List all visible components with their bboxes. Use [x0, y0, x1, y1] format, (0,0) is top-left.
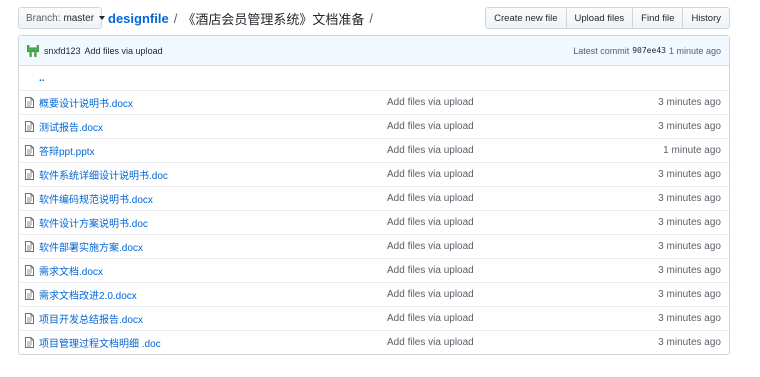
breadcrumb-separator-trailing: /: [369, 10, 373, 26]
file-row: 软件系统详细设计说明书.doc Add files via upload 3 min…: [19, 162, 729, 186]
latest-commit-info: Latest commit 907ee43 1 minute ago: [573, 46, 721, 56]
file-age: 3 minutes ago: [658, 193, 721, 204]
file-commit-message[interactable]: Add files via upload: [387, 289, 474, 300]
file-name-link[interactable]: 项目管理过程文档明细 .doc: [39, 335, 161, 350]
file-name-link[interactable]: 概要设计说明书.docx: [39, 95, 133, 110]
branch-name: master: [63, 12, 95, 24]
breadcrumb-repo-link[interactable]: designfile: [108, 11, 169, 26]
breadcrumb-current-dir: 《酒店会员管理系统》文档准备: [182, 11, 365, 27]
file-icon: [25, 169, 34, 180]
caret-down-icon: [99, 16, 106, 20]
breadcrumb: designfile / 《酒店会员管理系统》文档准备 /: [108, 8, 378, 28]
branch-select-button[interactable]: Branch: master: [18, 7, 106, 29]
file-navigation: Branch: master designfile / 《酒店会员管理系统》文档…: [18, 7, 730, 29]
file-icon: [25, 337, 34, 348]
file-name-link[interactable]: 软件系统详细设计说明书.doc: [39, 167, 168, 182]
latest-commit-label: Latest commit: [573, 45, 630, 56]
commit-sha[interactable]: 907ee43: [632, 46, 666, 55]
file-commit-message[interactable]: Add files via upload: [387, 265, 474, 276]
file-age: 3 minutes ago: [658, 289, 721, 300]
file-row: 软件编码规范说明书.docx Add files via upload 3 minu…: [19, 186, 729, 210]
file-row: 项目管理过程文档明细 .doc Add files via upload 3 min…: [19, 330, 729, 354]
file-list: snxfd123 Add files via upload Latest com…: [18, 35, 730, 355]
file-icon: [25, 193, 34, 204]
file-age: 1 minute ago: [663, 145, 721, 156]
file-row: 概要设计说明书.docx Add files via upload 3 minute…: [19, 90, 729, 114]
file-commit-message[interactable]: Add files via upload: [387, 313, 474, 324]
file-row: 软件设计方案说明书.doc Add files via upload 3 minut…: [19, 210, 729, 234]
file-row: 软件部署实施方案.docx Add files via upload 3 minut…: [19, 234, 729, 258]
file-row: 项目开发总结报告.docx Add files via upload 3 minut…: [19, 306, 729, 330]
file-commit-message[interactable]: Add files via upload: [387, 193, 474, 204]
file-commit-message[interactable]: Add files via upload: [387, 97, 474, 108]
file-age: 3 minutes ago: [658, 313, 721, 324]
file-row: 需求文档改进2.0.docx Add files via upload 3 minu…: [19, 282, 729, 306]
commit-message[interactable]: Add files via upload: [85, 46, 163, 56]
file-commit-message[interactable]: Add files via upload: [387, 217, 474, 228]
file-icon: [25, 145, 34, 156]
file-icon: [25, 241, 34, 252]
file-icon: [25, 313, 34, 324]
branch-label: Branch:: [26, 12, 61, 24]
upload-files-button[interactable]: Upload files: [565, 7, 634, 29]
file-commit-message[interactable]: Add files via upload: [387, 169, 474, 180]
file-name-link[interactable]: 软件编码规范说明书.docx: [39, 191, 153, 206]
file-icon: [25, 217, 34, 228]
file-actions: Create new file Upload files Find file H…: [485, 7, 730, 29]
find-file-button[interactable]: Find file: [632, 7, 684, 29]
file-icon: [25, 97, 34, 108]
file-name-link[interactable]: 答辩ppt.pptx: [39, 143, 95, 158]
file-row: 需求文档.docx Add files via upload 3 minutes a…: [19, 258, 729, 282]
file-name-link[interactable]: 测试报告.docx: [39, 119, 103, 134]
file-age: 3 minutes ago: [658, 217, 721, 228]
parent-directory-link[interactable]: ..: [39, 73, 45, 84]
parent-directory-row: ..: [19, 66, 729, 90]
file-age: 3 minutes ago: [658, 121, 721, 132]
file-age: 3 minutes ago: [658, 241, 721, 252]
file-name-link[interactable]: 需求文档改进2.0.docx: [39, 287, 137, 302]
file-icon: [25, 265, 34, 276]
file-age: 3 minutes ago: [658, 337, 721, 348]
identicon-avatar[interactable]: [27, 44, 39, 57]
latest-commit-bar: snxfd123 Add files via upload Latest com…: [19, 36, 729, 66]
file-commit-message[interactable]: Add files via upload: [387, 145, 474, 156]
file-icon: [25, 289, 34, 300]
file-commit-message[interactable]: Add files via upload: [387, 337, 474, 348]
commit-author[interactable]: snxfd123: [44, 46, 81, 56]
file-commit-message[interactable]: Add files via upload: [387, 121, 474, 132]
breadcrumb-separator: /: [173, 10, 178, 26]
file-name-link[interactable]: 需求文档.docx: [39, 263, 103, 278]
file-age: 3 minutes ago: [658, 265, 721, 276]
create-new-file-button[interactable]: Create new file: [485, 7, 567, 29]
file-icon: [25, 121, 34, 132]
history-button[interactable]: History: [682, 7, 730, 29]
file-name-link[interactable]: 项目开发总结报告.docx: [39, 311, 143, 326]
commit-age: 1 minute ago: [668, 45, 721, 56]
file-age: 3 minutes ago: [658, 169, 721, 180]
file-commit-message[interactable]: Add files via upload: [387, 241, 474, 252]
file-name-link[interactable]: 软件部署实施方案.docx: [39, 239, 143, 254]
file-row: 测试报告.docx Add files via upload 3 minutes a…: [19, 114, 729, 138]
file-age: 3 minutes ago: [658, 97, 721, 108]
file-row: 答辩ppt.pptx Add files via upload 1 minute a…: [19, 138, 729, 162]
file-name-link[interactable]: 软件设计方案说明书.doc: [39, 215, 148, 230]
